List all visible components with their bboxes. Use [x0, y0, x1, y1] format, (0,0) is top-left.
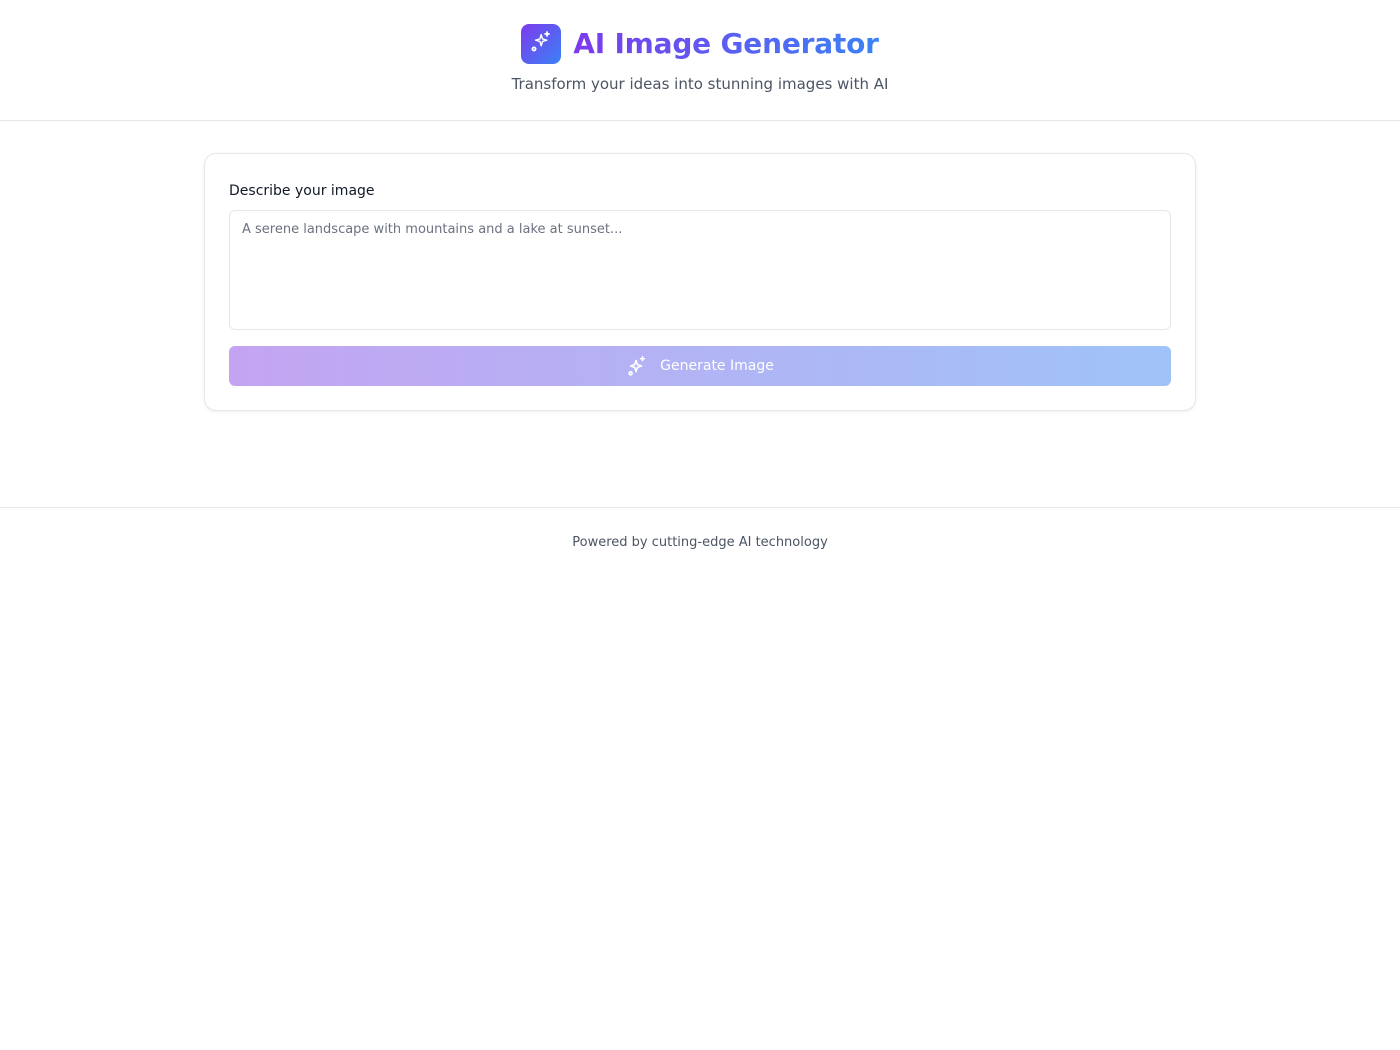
app-logo: [521, 24, 562, 64]
prompt-textarea[interactable]: [229, 210, 1171, 330]
prompt-card: Describe your image Generate Image: [204, 153, 1196, 411]
brand: AI Image Generator: [0, 24, 1400, 64]
generate-button-label: Generate Image: [660, 358, 774, 374]
page-subtitle: Transform your ideas into stunning image…: [511, 75, 889, 93]
page-title: AI Image Generator: [573, 24, 879, 64]
generate-image-button[interactable]: Generate Image: [229, 346, 1171, 386]
site-header: AI Image Generator Transform your ideas …: [0, 0, 1400, 121]
sparkles-icon: [529, 30, 553, 58]
prompt-label: Describe your image: [229, 183, 375, 199]
site-footer: Powered by cutting-edge AI technology: [0, 507, 1400, 577]
sparkles-icon: [626, 355, 648, 377]
footer-text: Powered by cutting-edge AI technology: [572, 535, 828, 550]
